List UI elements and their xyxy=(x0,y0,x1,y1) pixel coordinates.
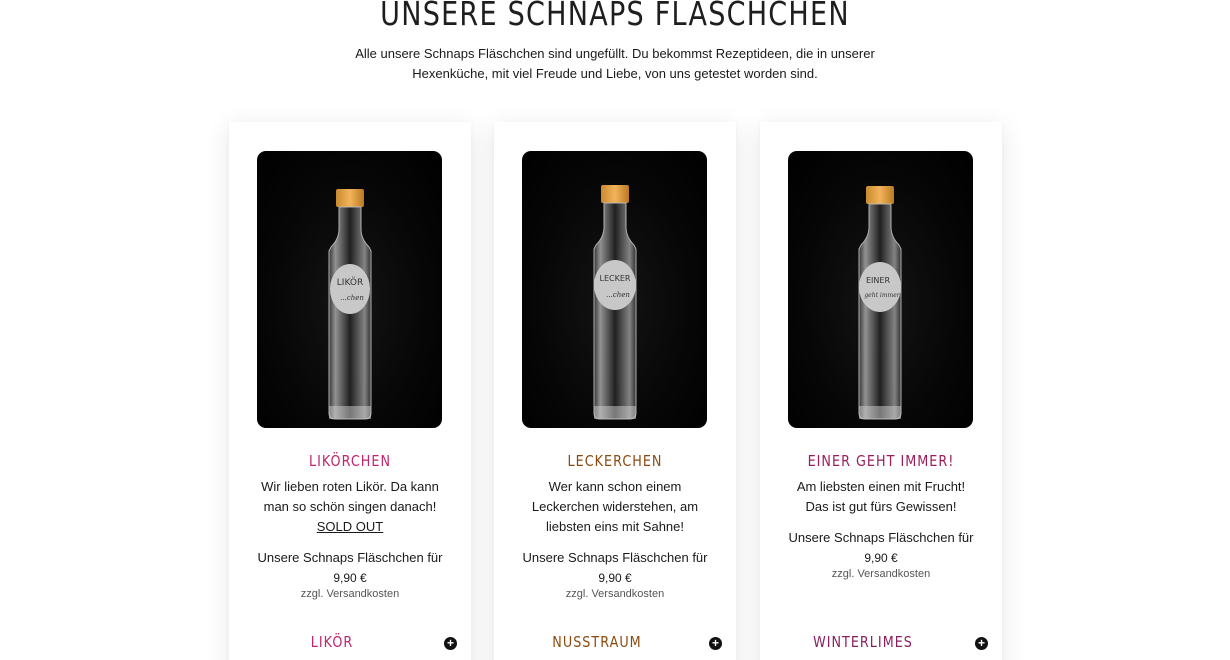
accordion-label: NUSSTRAUM xyxy=(552,633,642,651)
price-text: Unsere Schnaps Fläschchen für xyxy=(522,550,708,565)
page-title: UNSERE SCHNAPS FLASCHCHEN xyxy=(380,0,850,33)
product-description: Wer kann schon einem Leckerchen widerste… xyxy=(506,477,724,537)
bottle-illustration: EINER geht immer xyxy=(858,186,902,420)
plus-circle-icon[interactable]: + xyxy=(444,637,457,650)
desc-line: Am liebsten einen mit Frucht! xyxy=(796,479,966,494)
product-image-leckerchen[interactable]: LECKER ...chen xyxy=(522,151,707,428)
price-value: 9,90 € xyxy=(333,571,367,585)
desc-line: liebsten eins mit Sahne! xyxy=(545,519,685,534)
desc-line: Wer kann schon einem xyxy=(548,479,682,494)
price-block: Unsere Schnaps Fläschchen für 9,90 € zzg… xyxy=(494,548,736,600)
desc-line: Das ist gut fürs Gewissen! xyxy=(805,499,957,514)
product-title[interactable]: LIKÖRCHEN xyxy=(247,452,453,470)
shipping-note: zzgl. Versandkosten xyxy=(831,568,931,580)
accordion-toggle-likoer[interactable]: LIKÖR + xyxy=(229,632,471,656)
price-block: Unsere Schnaps Fläschchen für 9,90 € zzg… xyxy=(760,528,1002,580)
product-description: Wir lieben roten Likör. Da kann man so s… xyxy=(241,477,459,537)
product-image-einer-geht-immer[interactable]: EINER geht immer xyxy=(788,151,973,428)
accordion-toggle-winterlimes[interactable]: WINTERLIMES + xyxy=(760,632,1002,656)
price-value: 9,90 € xyxy=(864,551,898,565)
plus-circle-icon[interactable]: + xyxy=(709,637,722,650)
accordion-label: WINTERLIMES xyxy=(813,633,913,651)
svg-text:EINER: EINER xyxy=(866,276,890,285)
shipping-note: zzgl. Versandkosten xyxy=(300,588,400,600)
svg-text:...chen: ...chen xyxy=(606,291,630,299)
accordion-toggle-nusstraum[interactable]: NUSSTRAUM + xyxy=(494,632,736,656)
product-card-likoerchen: LIKÖR ...chen LIKÖRCHEN Wir lieben roten… xyxy=(229,122,471,660)
product-card-leckerchen: LECKER ...chen LECKERCHEN Wer kann schon… xyxy=(494,122,736,660)
plus-circle-icon[interactable]: + xyxy=(975,637,988,650)
price-value: 9,90 € xyxy=(598,571,632,585)
price-text: Unsere Schnaps Fläschchen für xyxy=(788,530,974,545)
desc-line: Leckerchen widerstehen, am xyxy=(531,499,699,514)
bottle-illustration: LECKER ...chen xyxy=(593,185,637,420)
intro-line-2: Hexenküche, mit viel Freude und Liebe, v… xyxy=(412,66,818,81)
price-text: Unsere Schnaps Fläschchen für xyxy=(257,550,443,565)
desc-line: Wir lieben roten Likör. Da kann xyxy=(261,479,439,494)
shipping-note: zzgl. Versandkosten xyxy=(565,588,665,600)
intro-line-1: Alle unsere Schnaps Fläschchen sind unge… xyxy=(355,46,875,61)
price-block: Unsere Schnaps Fläschchen für 9,90 € zzg… xyxy=(229,548,471,600)
svg-text:LIKÖR: LIKÖR xyxy=(337,277,363,288)
product-description: Am liebsten einen mit Frucht! Das ist gu… xyxy=(772,477,990,517)
bottle-illustration: LIKÖR ...chen xyxy=(328,189,372,420)
svg-text:geht immer: geht immer xyxy=(864,292,900,299)
intro-text: Alle unsere Schnaps Fläschchen sind unge… xyxy=(355,44,875,84)
product-title[interactable]: LECKERCHEN xyxy=(512,452,718,470)
product-title[interactable]: EINER GEHT IMMER! xyxy=(778,452,984,470)
desc-line: man so schön singen danach! xyxy=(263,499,437,514)
product-image-likoerchen[interactable]: LIKÖR ...chen xyxy=(257,151,442,428)
accordion-label: LIKÖR xyxy=(310,633,354,651)
svg-text:LECKER: LECKER xyxy=(600,274,631,283)
svg-text:...chen: ...chen xyxy=(340,294,364,302)
product-card-einer-geht-immer: EINER geht immer EINER GEHT IMMER! Am li… xyxy=(760,122,1002,660)
sold-out-badge: SOLD OUT xyxy=(316,519,384,534)
